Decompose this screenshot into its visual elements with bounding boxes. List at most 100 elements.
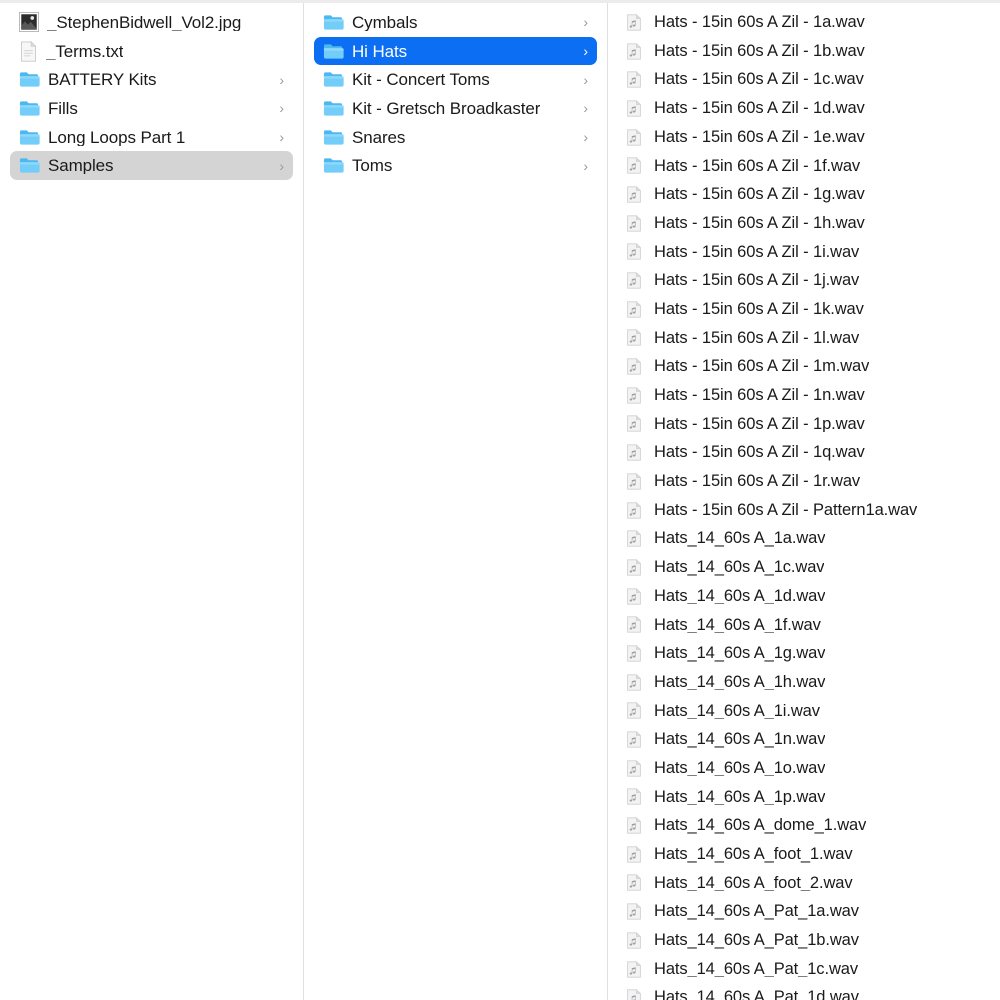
row-label: Hats - 15in 60s A Zil - 1h.wav	[654, 214, 865, 232]
row-label: Hats_14_60s A_1f.wav	[654, 616, 821, 634]
row-label: Toms	[352, 157, 393, 175]
row-label: Samples	[48, 157, 114, 175]
file-row[interactable]: Hats_14_60s A_1n.wav	[614, 725, 993, 754]
file-row[interactable]: Hats - 15in 60s A Zil - 1e.wav	[614, 123, 993, 152]
chevron-right-icon[interactable]: ›	[279, 73, 284, 87]
row-label: Hats_14_60s A_Pat_1c.wav	[654, 960, 858, 978]
file-row[interactable]: Hats - 15in 60s A Zil - 1f.wav	[614, 151, 993, 180]
folder-row[interactable]: BATTERY Kits ›	[10, 65, 293, 94]
file-row[interactable]: Hats_14_60s A_Pat_1d.wav	[614, 983, 993, 1000]
file-row[interactable]: Hats_14_60s A_1a.wav	[614, 524, 993, 553]
file-row[interactable]: Hats - 15in 60s A Zil - 1h.wav	[614, 209, 993, 238]
file-row[interactable]: Hats_14_60s A_dome_1.wav	[614, 811, 993, 840]
audio-file-icon	[626, 587, 643, 605]
audio-file-icon	[626, 272, 643, 289]
file-row[interactable]: Hats_14_60s A_1o.wav	[614, 754, 993, 783]
row-label: Hats - 15in 60s A Zil - 1g.wav	[654, 186, 865, 203]
chevron-right-icon[interactable]: ›	[583, 15, 588, 29]
file-row[interactable]: Hats_14_60s A_1i.wav	[614, 697, 993, 726]
folder-row[interactable]: Hi Hats ›	[314, 36, 597, 66]
file-row[interactable]: Hats - 15in 60s A Zil - 1p.wav	[614, 410, 993, 439]
folder-row[interactable]: Cymbals ›	[314, 8, 597, 37]
file-row[interactable]: Hats - 15in 60s A Zil - 1i.wav	[614, 238, 993, 267]
chevron-right-icon[interactable]: ›	[583, 101, 588, 115]
row-label: Hats_14_60s A_1g.wav	[654, 645, 826, 662]
row-label: Hats - 15in 60s A Zil - 1k.wav	[654, 300, 864, 318]
file-row[interactable]: Hats - 15in 60s A Zil - Pattern1a.wav	[614, 496, 993, 525]
chevron-right-icon[interactable]: ›	[279, 130, 284, 144]
row-label: Hats_14_60s A_Pat_1d.wav	[654, 989, 859, 1000]
file-row[interactable]: Hats - 15in 60s A Zil - 1n.wav	[614, 381, 993, 410]
file-row[interactable]: Hats_14_60s A_1g.wav	[614, 639, 993, 668]
file-row[interactable]: Hats - 15in 60s A Zil - 1d.wav	[614, 94, 993, 123]
file-row[interactable]: Hats - 15in 60s A Zil - 1q.wav	[614, 438, 993, 467]
folder-row[interactable]: Kit - Gretsch Broadkaster ›	[314, 94, 597, 123]
file-row[interactable]: Hats - 15in 60s A Zil - 1a.wav	[614, 8, 993, 37]
row-label: Hats_14_60s A_Pat_1a.wav	[654, 903, 859, 920]
row-label: Snares	[352, 128, 406, 146]
audio-file-icon	[626, 329, 643, 346]
row-label: _Terms.txt	[46, 42, 124, 60]
file-row[interactable]: Hats - 15in 60s A Zil - 1k.wav	[614, 295, 993, 324]
audio-file-icon	[626, 42, 643, 60]
finder-column-1[interactable]: _StephenBidwell_Vol2.jpg _Terms.txt BATTER…	[0, 3, 304, 1000]
row-label: Hats - 15in 60s A Zil - 1l.wav	[654, 329, 860, 347]
audio-file-icon	[626, 759, 643, 777]
chevron-right-icon[interactable]: ›	[583, 159, 588, 173]
file-row[interactable]: Hats - 15in 60s A Zil - 1l.wav	[614, 324, 993, 353]
chevron-right-icon[interactable]: ›	[583, 44, 588, 58]
folder-row[interactable]: Kit - Concert Toms ›	[314, 65, 597, 94]
file-row[interactable]: Hats_14_60s A_1p.wav	[614, 783, 993, 812]
file-row[interactable]: Hats_14_60s A_Pat_1c.wav	[614, 955, 993, 984]
finder-column-2[interactable]: Cymbals › Hi Hats › Kit - Concert Toms › Kit -…	[304, 3, 608, 1000]
text-file-icon	[19, 40, 38, 62]
file-row[interactable]: Hats - 15in 60s A Zil - 1r.wav	[614, 467, 993, 496]
chevron-right-icon[interactable]: ›	[279, 159, 284, 173]
file-row[interactable]: Hats - 15in 60s A Zil - 1g.wav	[614, 180, 993, 209]
folder-icon	[323, 69, 344, 90]
row-label: Hats - 15in 60s A Zil - 1i.wav	[654, 243, 860, 261]
file-row[interactable]: Hats_14_60s A_1f.wav	[614, 610, 993, 639]
chevron-right-icon[interactable]: ›	[279, 101, 284, 115]
audio-file-icon	[626, 386, 643, 404]
row-label: Hats_14_60s A_foot_1.wav	[654, 846, 853, 863]
audio-file-icon	[626, 157, 643, 174]
chevron-right-icon[interactable]: ›	[583, 73, 588, 87]
file-row[interactable]: Hats_14_60s A_1h.wav	[614, 668, 993, 697]
audio-file-icon	[626, 932, 643, 949]
row-label: Hats_14_60s A_foot_2.wav	[654, 874, 853, 892]
file-row[interactable]: Hats - 15in 60s A Zil - 1b.wav	[614, 37, 993, 66]
folder-row[interactable]: Snares ›	[314, 123, 597, 152]
file-row[interactable]: Hats - 15in 60s A Zil - 1c.wav	[614, 65, 993, 94]
file-row[interactable]: Hats_14_60s A_Pat_1a.wav	[614, 897, 993, 926]
folder-row[interactable]: Toms ›	[314, 151, 597, 180]
row-label: Hats_14_60s A_Pat_1b.wav	[654, 932, 859, 949]
audio-file-icon	[626, 874, 643, 892]
audio-file-icon	[626, 128, 643, 146]
file-row[interactable]: _Terms.txt	[10, 37, 293, 66]
audio-file-icon	[626, 903, 643, 920]
file-row[interactable]: Hats - 15in 60s A Zil - 1j.wav	[614, 266, 993, 295]
folder-icon	[323, 41, 344, 62]
chevron-right-icon[interactable]: ›	[583, 130, 588, 144]
file-row[interactable]: Hats_14_60s A_foot_1.wav	[614, 840, 993, 869]
finder-column-view-window: _StephenBidwell_Vol2.jpg _Terms.txt BATTER…	[0, 0, 1000, 1000]
folder-row[interactable]: Fills ›	[10, 94, 293, 123]
row-label: Cymbals	[352, 13, 418, 31]
folder-icon	[19, 127, 40, 148]
file-row[interactable]: Hats_14_60s A_foot_2.wav	[614, 869, 993, 898]
file-row[interactable]: Hats - 15in 60s A Zil - 1m.wav	[614, 352, 993, 381]
folder-row[interactable]: Samples ›	[10, 151, 293, 181]
audio-file-icon	[626, 960, 643, 978]
row-label: Hats_14_60s A_1i.wav	[654, 702, 820, 720]
finder-column-3[interactable]: Hats - 15in 60s A Zil - 1a.wav Hats - 15i…	[608, 3, 999, 1000]
folder-row[interactable]: Long Loops Part 1 ›	[10, 123, 293, 152]
audio-file-icon	[626, 845, 643, 863]
row-label: Hats_14_60s A_1d.wav	[654, 587, 826, 605]
file-row[interactable]: _StephenBidwell_Vol2.jpg	[10, 8, 293, 37]
folder-icon	[323, 12, 344, 33]
file-row[interactable]: Hats_14_60s A_Pat_1b.wav	[614, 926, 993, 955]
file-row[interactable]: Hats_14_60s A_1c.wav	[614, 553, 993, 582]
file-row[interactable]: Hats_14_60s A_1d.wav	[614, 582, 993, 611]
audio-file-icon	[626, 731, 643, 748]
